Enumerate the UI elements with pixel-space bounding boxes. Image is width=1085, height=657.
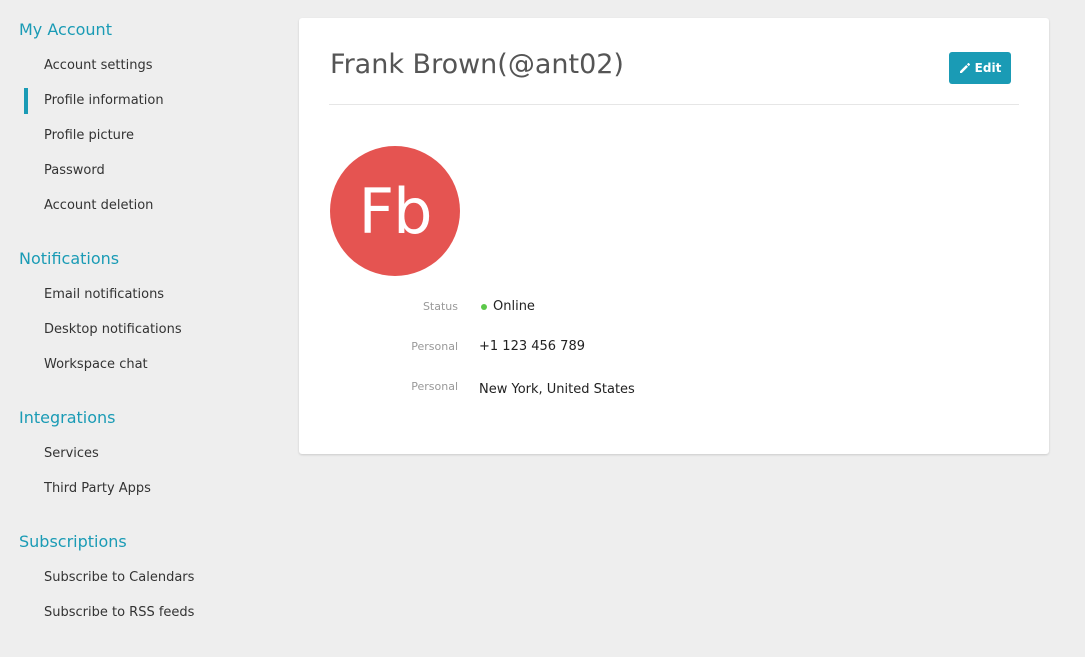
sidebar-item-profile-picture[interactable]: Profile picture xyxy=(44,127,134,145)
sidebar-item-third-party-apps[interactable]: Third Party Apps xyxy=(44,480,151,498)
profile-card: Frank Brown(@ant02) Edit Fb Status Onlin… xyxy=(299,18,1049,454)
personal-location-label: Personal xyxy=(411,380,458,393)
personal-phone-label: Personal xyxy=(411,340,458,353)
personal-phone-value: +1 123 456 789 xyxy=(479,339,585,354)
status-label: Status xyxy=(422,300,458,313)
status-dot-icon xyxy=(481,304,487,310)
sidebar-item-account-settings[interactable]: Account settings xyxy=(44,57,152,75)
avatar: Fb xyxy=(330,146,460,276)
status-value: Online xyxy=(480,298,535,316)
section-title-notifications: Notifications xyxy=(19,249,120,268)
pencil-icon xyxy=(959,62,971,74)
active-item-indicator xyxy=(24,88,28,114)
status-text: Online xyxy=(493,299,535,314)
sidebar-item-email-notifications[interactable]: Email notifications xyxy=(44,286,164,304)
sidebar-item-password[interactable]: Password xyxy=(44,162,105,180)
sidebar-item-workspace-chat[interactable]: Workspace chat xyxy=(44,356,148,374)
sidebar-item-desktop-notifications[interactable]: Desktop notifications xyxy=(44,321,182,339)
sidebar-item-profile-information[interactable]: Profile information xyxy=(44,92,164,110)
sidebar-item-subscribe-rss[interactable]: Subscribe to RSS feeds xyxy=(44,604,194,622)
profile-title: Frank Brown(@ant02) xyxy=(330,49,624,80)
sidebar-item-services[interactable]: Services xyxy=(44,445,99,463)
sidebar-item-account-deletion[interactable]: Account deletion xyxy=(44,197,153,215)
section-title-my-account: My Account xyxy=(19,20,112,39)
sidebar-item-subscribe-calendars[interactable]: Subscribe to Calendars xyxy=(44,569,194,587)
sidebar: My Account Account settings Profile info… xyxy=(0,0,290,657)
section-title-subscriptions: Subscriptions xyxy=(19,532,127,551)
title-divider xyxy=(329,104,1019,105)
edit-button-label: Edit xyxy=(974,61,1002,75)
avatar-initials: Fb xyxy=(358,174,432,248)
personal-location-value: New York, United States xyxy=(479,382,635,397)
edit-button[interactable]: Edit xyxy=(949,52,1011,84)
section-title-integrations: Integrations xyxy=(19,408,116,427)
